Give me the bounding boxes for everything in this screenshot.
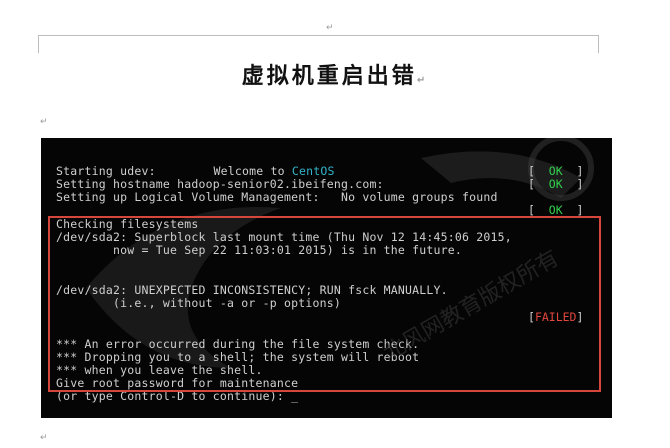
paragraph-mark-title: ↵ bbox=[416, 75, 429, 86]
header-rule bbox=[38, 35, 598, 36]
error-highlight-box bbox=[48, 216, 601, 392]
welcome-prefix: Welcome to bbox=[213, 164, 292, 178]
page-title-text: 虚拟机重启出错 bbox=[241, 63, 417, 89]
paragraph-mark-bottom: ↵ bbox=[40, 433, 48, 443]
paragraph-mark-top: ↵ bbox=[326, 23, 334, 33]
terminal-line-3: Setting up Logical Volume Management: No… bbox=[56, 190, 498, 204]
ok-status-2: [ OK ] bbox=[528, 177, 584, 191]
page-title: 虚拟机重启出错↵ bbox=[0, 58, 670, 90]
header-rule-left-tick bbox=[38, 35, 39, 53]
paragraph-mark-before-image: ↵ bbox=[40, 117, 48, 127]
os-name: CentOS bbox=[291, 164, 335, 178]
header-rule-right-tick bbox=[598, 35, 599, 53]
